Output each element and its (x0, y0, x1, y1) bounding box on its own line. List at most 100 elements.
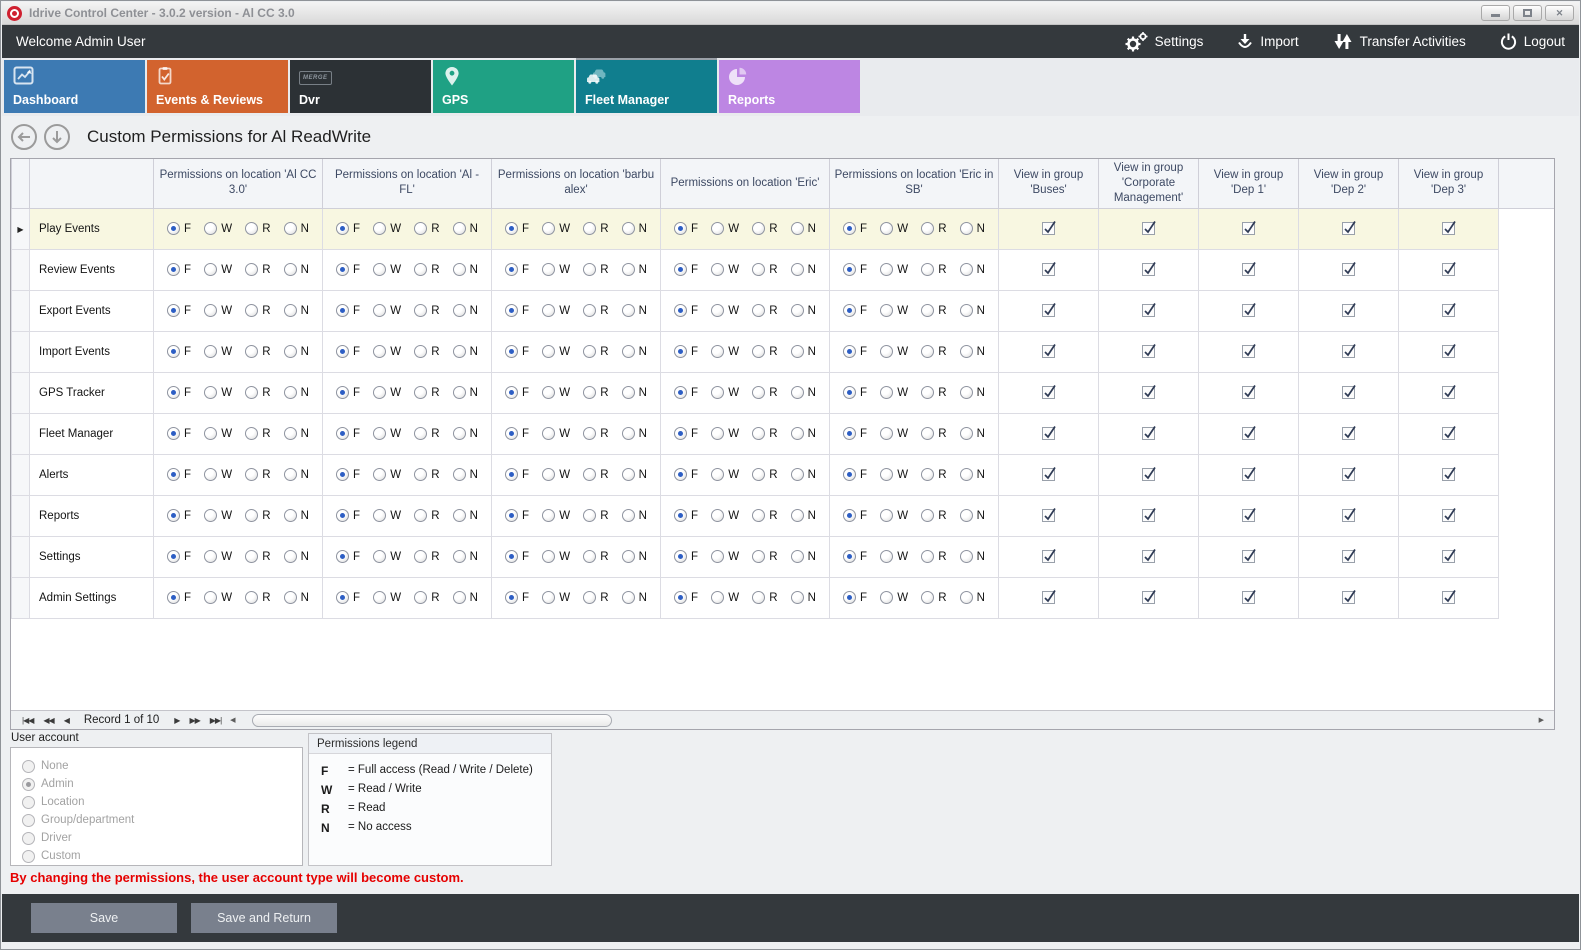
tab-events-reviews[interactable]: Events & Reviews (147, 60, 288, 113)
view-checkbox[interactable] (1042, 509, 1055, 522)
tab-reports[interactable]: Reports (719, 60, 860, 113)
hscroll-right-arrow[interactable]: ▶ (1535, 716, 1548, 724)
permission-radio-w[interactable]: W (373, 591, 401, 604)
permission-radio-f[interactable]: F (167, 427, 191, 440)
permission-radio-f[interactable]: F (505, 427, 529, 440)
view-checkbox[interactable] (1442, 427, 1455, 440)
permission-radio-w[interactable]: W (542, 427, 570, 440)
hscroll-left-arrow[interactable]: ◀ (226, 716, 239, 724)
permission-radio-n[interactable]: N (622, 427, 647, 440)
permission-radio-f[interactable]: F (336, 550, 360, 563)
permission-radio-r[interactable]: R (414, 263, 439, 276)
permission-radio-w[interactable]: W (880, 591, 908, 604)
permission-radio-r[interactable]: R (414, 345, 439, 358)
permission-radio-f[interactable]: F (674, 509, 698, 522)
permission-radio-r[interactable]: R (921, 550, 946, 563)
permission-radio-r[interactable]: R (752, 304, 777, 317)
permission-radio-n[interactable]: N (453, 427, 478, 440)
permission-radio-f[interactable]: F (843, 550, 867, 563)
permission-radio-r[interactable]: R (583, 427, 608, 440)
row-feature-name[interactable]: Export Events (30, 290, 154, 331)
view-checkbox[interactable] (1042, 345, 1055, 358)
permission-radio-f[interactable]: F (167, 386, 191, 399)
view-checkbox[interactable] (1242, 591, 1255, 604)
permission-radio-w[interactable]: W (711, 345, 739, 358)
permission-radio-w[interactable]: W (711, 591, 739, 604)
permission-radio-n[interactable]: N (453, 386, 478, 399)
permission-radio-r[interactable]: R (583, 263, 608, 276)
view-checkbox[interactable] (1342, 304, 1355, 317)
permission-radio-r[interactable]: R (752, 222, 777, 235)
permission-radio-f[interactable]: F (336, 222, 360, 235)
permission-radio-n[interactable]: N (284, 509, 309, 522)
view-checkbox[interactable] (1242, 386, 1255, 399)
permission-radio-w[interactable]: W (542, 550, 570, 563)
view-checkbox[interactable] (1442, 509, 1455, 522)
view-checkbox[interactable] (1442, 222, 1455, 235)
view-checkbox[interactable] (1242, 550, 1255, 563)
permission-radio-n[interactable]: N (453, 550, 478, 563)
permission-radio-r[interactable]: R (752, 468, 777, 481)
permission-radio-f[interactable]: F (505, 591, 529, 604)
view-checkbox[interactable] (1442, 304, 1455, 317)
permission-radio-f[interactable]: F (843, 222, 867, 235)
view-checkbox[interactable] (1442, 263, 1455, 276)
permission-radio-n[interactable]: N (453, 509, 478, 522)
permission-radio-w[interactable]: W (711, 427, 739, 440)
permission-radio-n[interactable]: N (791, 509, 816, 522)
view-checkbox[interactable] (1242, 263, 1255, 276)
permission-radio-f[interactable]: F (167, 222, 191, 235)
view-checkbox[interactable] (1042, 550, 1055, 563)
row-feature-name[interactable]: Reports (30, 495, 154, 536)
permission-radio-r[interactable]: R (921, 304, 946, 317)
permission-radio-n[interactable]: N (960, 509, 985, 522)
permission-radio-n[interactable]: N (622, 509, 647, 522)
permission-radio-n[interactable]: N (960, 468, 985, 481)
settings-button[interactable]: Settings (1124, 32, 1204, 52)
view-checkbox[interactable] (1242, 304, 1255, 317)
pager-next-page-button[interactable]: ▶▶ (184, 716, 204, 725)
permission-radio-w[interactable]: W (373, 386, 401, 399)
row-feature-name[interactable]: Import Events (30, 331, 154, 372)
permission-radio-r[interactable]: R (583, 591, 608, 604)
horizontal-scrollbar[interactable] (244, 713, 1535, 728)
view-checkbox[interactable] (1142, 427, 1155, 440)
permission-radio-n[interactable]: N (960, 263, 985, 276)
view-checkbox[interactable] (1142, 222, 1155, 235)
view-checkbox[interactable] (1342, 263, 1355, 276)
permission-radio-n[interactable]: N (791, 386, 816, 399)
permission-radio-w[interactable]: W (204, 427, 232, 440)
view-checkbox[interactable] (1242, 222, 1255, 235)
view-checkbox[interactable] (1342, 386, 1355, 399)
permission-radio-w[interactable]: W (880, 550, 908, 563)
permission-radio-f[interactable]: F (843, 427, 867, 440)
row-feature-name[interactable]: GPS Tracker (30, 372, 154, 413)
view-checkbox[interactable] (1342, 222, 1355, 235)
permission-radio-n[interactable]: N (284, 345, 309, 358)
permission-radio-n[interactable]: N (622, 386, 647, 399)
view-checkbox[interactable] (1042, 468, 1055, 481)
permission-radio-f[interactable]: F (843, 468, 867, 481)
view-checkbox[interactable] (1242, 427, 1255, 440)
row-feature-name[interactable]: Settings (30, 536, 154, 577)
permission-radio-r[interactable]: R (245, 304, 270, 317)
view-checkbox[interactable] (1042, 386, 1055, 399)
view-checkbox[interactable] (1342, 550, 1355, 563)
permission-radio-r[interactable]: R (245, 222, 270, 235)
permission-radio-f[interactable]: F (674, 345, 698, 358)
permission-radio-f[interactable]: F (843, 263, 867, 276)
view-checkbox[interactable] (1442, 468, 1455, 481)
permission-radio-n[interactable]: N (284, 468, 309, 481)
scroll-down-button[interactable] (44, 124, 70, 150)
permission-radio-n[interactable]: N (960, 222, 985, 235)
save-button[interactable]: Save (31, 903, 177, 933)
transfer-activities-button[interactable]: Transfer Activities (1333, 33, 1466, 50)
permission-radio-n[interactable]: N (284, 550, 309, 563)
permission-radio-r[interactable]: R (245, 263, 270, 276)
permission-radio-w[interactable]: W (542, 591, 570, 604)
permission-radio-w[interactable]: W (373, 345, 401, 358)
permission-radio-r[interactable]: R (583, 386, 608, 399)
permission-radio-f[interactable]: F (336, 386, 360, 399)
permission-radio-r[interactable]: R (583, 345, 608, 358)
permission-radio-f[interactable]: F (167, 345, 191, 358)
